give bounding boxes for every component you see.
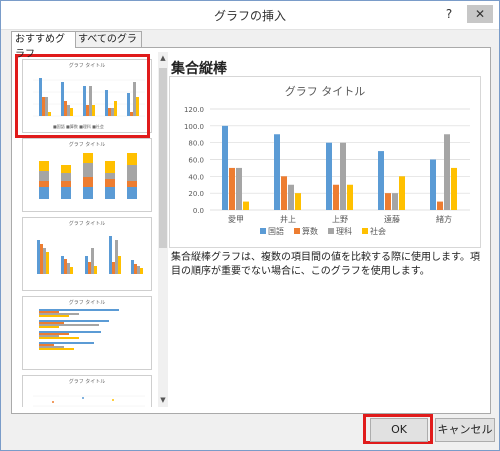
bar-理科-井上 [288,184,294,210]
bar-理科-愛甲 [236,167,242,210]
bar-理科-上野 [340,142,346,210]
thumbnail-chart [39,153,137,199]
bar-国語-上野 [326,142,332,210]
bar-国語-井上 [274,134,280,210]
thumbnail-title: グラフ タイトル [68,379,106,385]
bar-理科-遠藤 [392,193,398,210]
bar-社会-上野 [347,184,353,210]
scroll-up-icon[interactable]: ▲ [158,54,168,62]
help-button[interactable]: ? [439,5,459,23]
bar-社会-緒方 [451,167,457,210]
chart-preview: グラフ タイトル 0.0 20.0 40.0 60.0 80.0 100.0 120.0 愛… [169,76,481,248]
insert-chart-dialog: グラフの挿入 ? ✕ おすすめグラフ すべてのグラフ グラフ タイトル [0,0,500,451]
legend-label: 社会 [370,226,386,236]
chart-description: 集合縦棒グラフは、複数の項目間の値を比較する際に使用します。項目の順序が重要でな… [171,252,480,277]
legend-label: 算数 [302,226,318,236]
thumbnail-title: グラフ タイトル [68,221,106,227]
x-tick-label: 上野 [332,215,348,224]
x-tick-label: 井上 [280,214,296,224]
bar-国語-遠藤 [378,151,384,210]
bar-算数-上野 [333,184,339,210]
title-bar: グラフの挿入 ? ✕ [1,1,499,30]
thumbnail-chart [37,236,143,274]
scrollbar-thumb[interactable] [159,68,167,248]
y-tick-label: 40.0 [188,173,204,181]
legend-swatch [260,228,266,234]
y-tick-label: 100.0 [184,123,204,131]
bar-算数-愛甲 [229,167,235,210]
tab-all-charts[interactable]: すべてのグラフ [74,31,142,60]
y-tick-label: 20.0 [188,190,204,198]
y-tick-label: 80.0 [188,140,204,148]
y-tick-label: 60.0 [188,157,204,165]
close-button[interactable]: ✕ [467,5,493,23]
legend-swatch [294,228,300,234]
bar-社会-遠藤 [399,176,405,210]
bar-国語-緒方 [430,159,436,210]
bar-算数-緒方 [437,201,443,210]
bar-算数-井上 [281,176,287,210]
legend-swatch [362,228,368,234]
thumbnail-title: グラフ タイトル [68,142,106,148]
bar-算数-遠藤 [385,193,391,210]
x-tick-label: 遠藤 [384,214,400,224]
thumbnail-chart [39,309,119,350]
chart-thumbnail-4[interactable]: グラフ タイトル [22,296,152,370]
thumbnail-title: グラフ タイトル [68,300,106,306]
dialog-title: グラフの挿入 [213,9,286,23]
x-tick-label: 愛甲 [228,214,244,224]
selected-thumbnail-highlight [15,54,150,138]
chart-thumbnail-2[interactable]: グラフ タイトル [22,138,152,212]
bar-社会-井上 [295,193,301,210]
bar-国語-愛甲 [222,125,228,210]
x-tick-label: 緒方 [436,214,452,224]
cancel-button[interactable]: キャンセル [435,418,495,442]
chart-title: グラフ タイトル [285,84,366,98]
legend-label: 理科 [336,226,352,236]
chart-svg: グラフ タイトル 0.0 20.0 40.0 60.0 80.0 100.0 120.0 愛… [184,84,470,236]
ok-button[interactable]: OK [370,418,428,442]
chart-thumbnail-5[interactable]: グラフ タイトル [22,375,152,407]
tab-recommended[interactable]: おすすめグラフ [11,31,76,60]
bar-理科-緒方 [444,134,450,210]
y-tick-label: 0.0 [193,207,204,215]
legend-label: 国語 [268,226,284,236]
legend-swatch [328,228,334,234]
chart-thumbnail-3[interactable]: グラフ タイトル [22,217,152,291]
chart-type-title: 集合縦棒 [171,61,227,77]
scroll-down-icon[interactable]: ▼ [158,396,168,404]
y-tick-label: 120.0 [184,106,204,114]
thumbnail-scrollbar[interactable]: ▲ ▼ [158,52,168,407]
bar-社会-愛甲 [243,201,249,210]
